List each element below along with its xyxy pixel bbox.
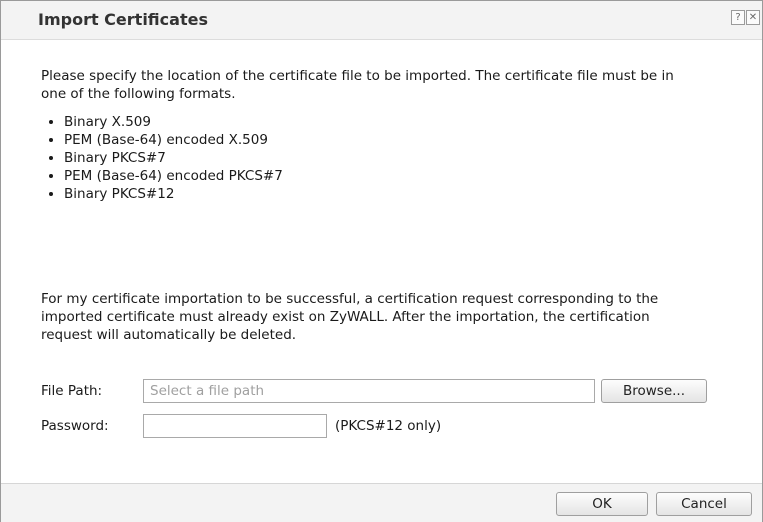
password-input[interactable] [143,414,327,438]
format-item: Binary PKCS#12 [64,185,731,203]
browse-button[interactable]: Browse... [601,379,707,403]
file-path-input[interactable] [143,379,595,403]
import-certificates-dialog: Import Certificates ? ✕ Please specify t… [0,0,763,522]
dialog-footer: OK Cancel [1,483,762,522]
format-item: PEM (Base-64) encoded PKCS#7 [64,167,731,185]
file-path-label: File Path: [41,383,103,399]
help-icon[interactable]: ? [731,10,745,25]
format-item: Binary PKCS#7 [64,149,731,167]
ok-button[interactable]: OK [556,492,648,516]
title-icons: ? ✕ [731,10,760,25]
file-path-row: File Path: Browse... [41,379,707,403]
format-list: Binary X.509 PEM (Base-64) encoded X.509… [41,113,731,203]
close-icon[interactable]: ✕ [746,10,760,25]
dialog-titlebar: Import Certificates ? ✕ [1,1,762,40]
importation-note: For my certificate importation to be suc… [41,291,659,343]
dialog-title: Import Certificates [38,10,208,29]
format-item: PEM (Base-64) encoded X.509 [64,131,731,149]
cancel-button[interactable]: Cancel [656,492,752,516]
password-label: Password: [41,418,109,434]
format-item: Binary X.509 [64,113,731,131]
password-hint: (PKCS#12 only) [335,418,442,434]
intro-text: Please specify the location of the certi… [41,68,674,102]
password-row: Password: (PKCS#12 only) [41,414,441,438]
dialog-content: Please specify the location of the certi… [41,67,731,203]
